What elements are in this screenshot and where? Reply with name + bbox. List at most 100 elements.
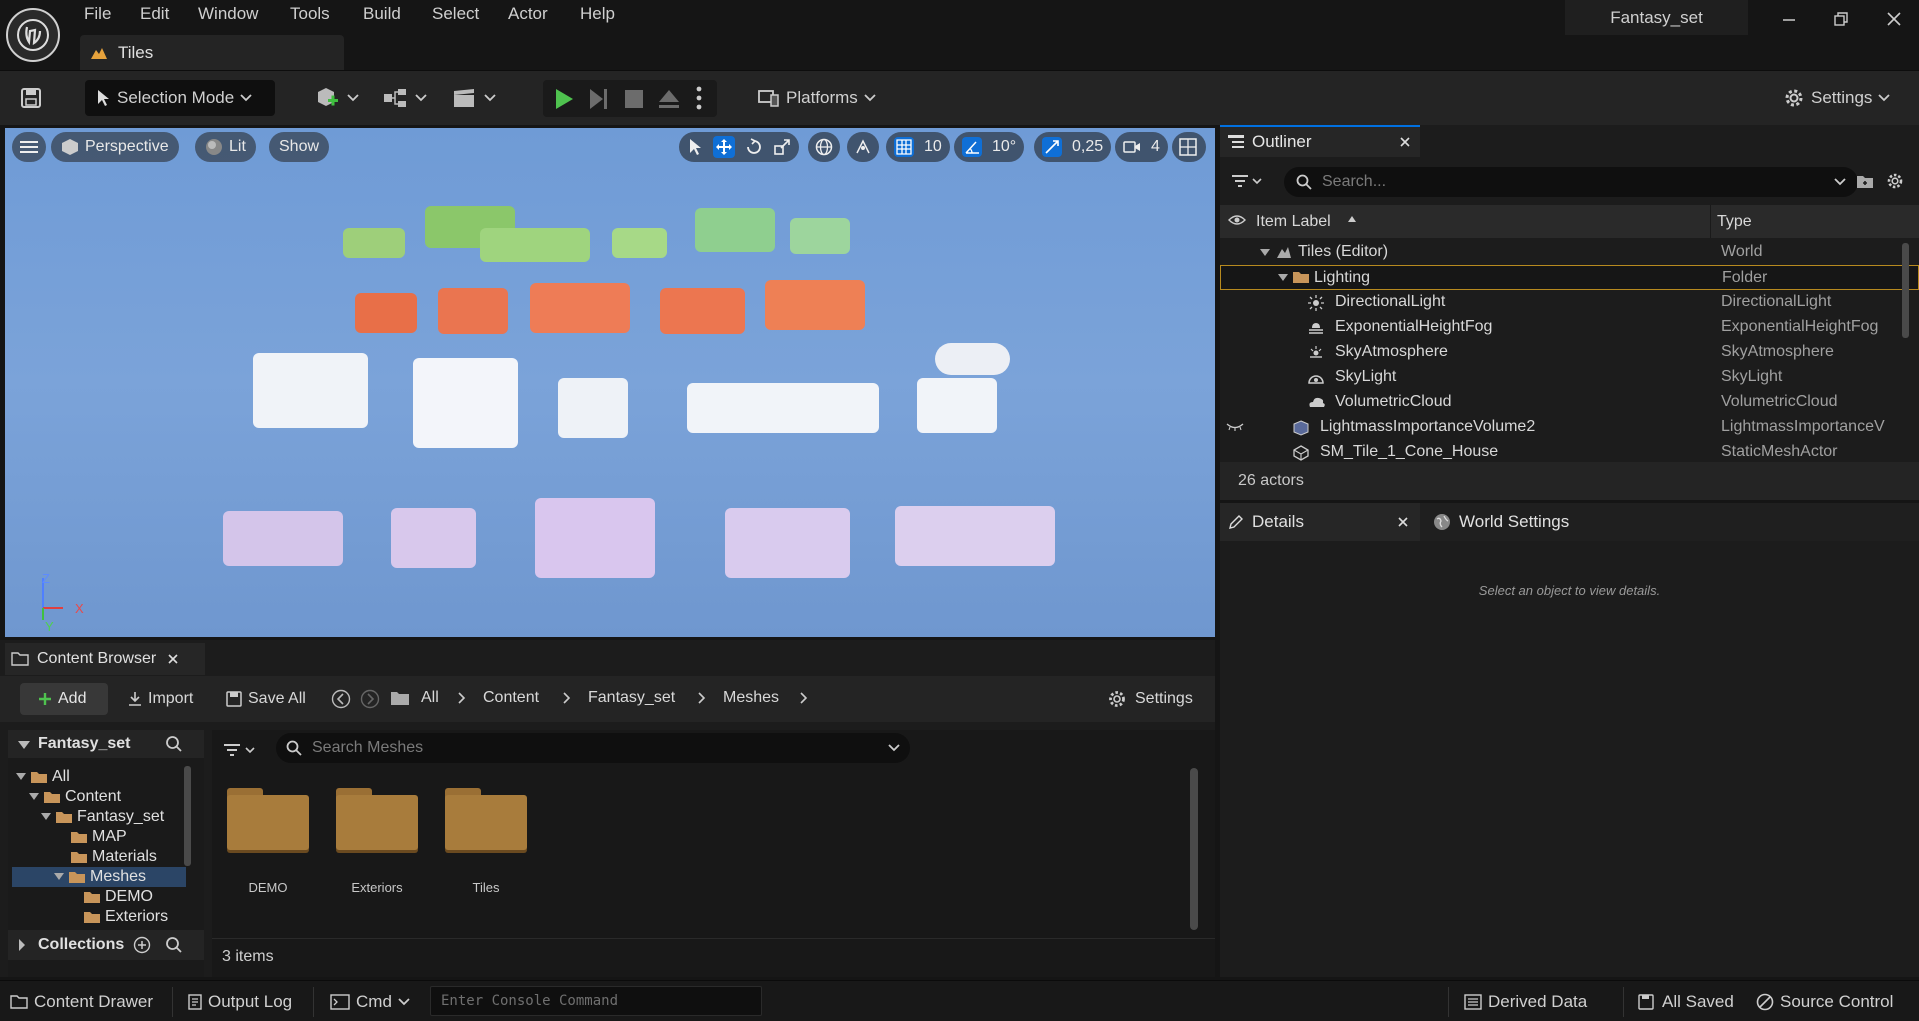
menu-edit[interactable]: Edit <box>140 4 169 26</box>
chevron-down-icon[interactable] <box>888 744 900 752</box>
world-space-icon[interactable] <box>808 132 840 162</box>
viewport-layout-icon[interactable] <box>1172 132 1206 162</box>
level-viewport[interactable]: Perspective Lit Show 10 10° 0,25 4 Z X Y <box>5 128 1215 637</box>
close-tab-icon[interactable] <box>1398 517 1408 527</box>
unreal-logo-icon[interactable] <box>6 8 60 62</box>
eye-icon[interactable] <box>1228 214 1246 226</box>
content-browser-tab[interactable]: Content Browser <box>5 643 205 675</box>
rotate-icon[interactable] <box>745 138 763 156</box>
toolbar-settings-button[interactable]: Settings <box>1783 80 1891 116</box>
all-saved-button[interactable]: All Saved <box>1638 987 1734 1017</box>
expand-arrow-icon[interactable] <box>1260 249 1270 257</box>
import-button[interactable]: Import <box>128 683 193 715</box>
breadcrumb-meshes[interactable]: Meshes <box>723 689 779 707</box>
folder-tile-exteriors[interactable]: Exteriors <box>331 785 421 895</box>
step-forward-icon[interactable] <box>588 88 610 110</box>
lit-button[interactable]: Lit <box>195 132 256 162</box>
asset-search-input[interactable]: Search Meshes <box>276 733 910 763</box>
menu-window[interactable]: Window <box>198 4 258 26</box>
filter-icon[interactable] <box>1232 173 1262 189</box>
expand-arrow-icon[interactable] <box>18 939 26 951</box>
platforms-dropdown[interactable]: Platforms <box>758 80 876 116</box>
search-icon[interactable] <box>165 936 183 954</box>
minimize-icon[interactable] <box>1776 6 1802 32</box>
outliner-row[interactable]: SM_Tile_1_Cone_House StaticMeshActor <box>1220 440 1919 462</box>
save-all-button[interactable]: Save All <box>226 683 306 715</box>
chevron-down-icon[interactable] <box>1834 178 1846 186</box>
search-icon[interactable] <box>165 735 183 753</box>
outliner-row[interactable]: Tiles (Editor) World <box>1220 240 1919 265</box>
output-log-button[interactable]: Output Log <box>188 987 292 1017</box>
tree-item-content[interactable]: Content <box>29 787 121 807</box>
breadcrumb-content[interactable]: Content <box>483 689 539 707</box>
menu-file[interactable]: File <box>84 4 111 26</box>
chevron-right-icon[interactable] <box>800 692 808 704</box>
surface-snap-icon[interactable] <box>847 132 879 162</box>
viewport-menu-icon[interactable] <box>12 132 46 162</box>
outliner-row[interactable]: DirectionalLight DirectionalLight <box>1220 290 1919 315</box>
outliner-scrollbar[interactable] <box>1902 243 1909 338</box>
world-settings-tab[interactable]: World Settings <box>1425 503 1625 541</box>
close-tab-icon[interactable] <box>168 654 178 664</box>
outliner-row[interactable]: ExponentialHeightFog ExponentialHeightFo… <box>1220 315 1919 340</box>
menu-help[interactable]: Help <box>580 4 615 26</box>
stop-icon[interactable] <box>624 89 644 109</box>
tree-item-materials[interactable]: Materials <box>70 847 157 867</box>
menu-build[interactable]: Build <box>363 4 401 26</box>
add-collection-icon[interactable] <box>133 936 151 954</box>
grid-snap-toggle[interactable]: 10 <box>886 132 950 162</box>
outliner-row[interactable]: VolumetricCloud VolumetricCloud <box>1220 390 1919 415</box>
add-button[interactable]: Add <box>20 683 108 715</box>
tree-item-demo[interactable]: DEMO <box>83 887 153 907</box>
details-tab[interactable]: Details <box>1220 503 1420 541</box>
column-type[interactable]: Type <box>1717 213 1752 231</box>
column-item-label[interactable]: Item Label <box>1256 213 1331 231</box>
blueprint-button[interactable] <box>383 80 427 116</box>
content-drawer-button[interactable]: Content Drawer <box>10 987 153 1017</box>
rotation-snap-toggle[interactable]: 10° <box>954 132 1025 162</box>
tree-item-map[interactable]: MAP <box>70 827 127 847</box>
filter-icon[interactable] <box>224 742 256 758</box>
collapse-arrow-icon[interactable] <box>18 740 30 750</box>
menu-actor[interactable]: Actor <box>508 4 548 26</box>
source-control-button[interactable]: Source Control <box>1756 987 1893 1017</box>
asset-view-scrollbar[interactable] <box>1190 768 1198 930</box>
expand-arrow-icon[interactable] <box>1278 274 1288 282</box>
outliner-tab[interactable]: Outliner <box>1220 125 1420 157</box>
add-folder-icon[interactable] <box>1856 173 1874 189</box>
show-button[interactable]: Show <box>269 132 330 162</box>
select-mode-icon[interactable] <box>687 138 703 156</box>
cinematics-button[interactable] <box>452 80 496 116</box>
derived-data-button[interactable]: Derived Data <box>1464 987 1587 1017</box>
play-icon[interactable] <box>553 88 575 110</box>
outliner-search-input[interactable]: Search... <box>1284 167 1858 197</box>
tree-item-fantasy-set[interactable]: Fantasy_set <box>41 807 164 827</box>
eject-icon[interactable] <box>658 89 680 109</box>
scale-icon[interactable] <box>773 138 791 156</box>
tree-item-exteriors[interactable]: Exteriors <box>83 907 168 927</box>
save-level-icon[interactable] <box>20 80 42 116</box>
folder-tile-tiles[interactable]: Tiles <box>440 785 530 895</box>
restore-icon[interactable] <box>1828 6 1854 32</box>
translate-icon[interactable] <box>713 136 735 158</box>
scale-snap-toggle[interactable]: 0,25 <box>1034 132 1112 162</box>
outliner-row-selected[interactable]: Lighting Folder <box>1220 265 1919 290</box>
more-options-icon[interactable] <box>696 86 702 110</box>
outliner-row[interactable]: LightmassImportanceVolume2 LightmassImpo… <box>1220 415 1919 440</box>
forward-arrow-icon[interactable] <box>360 689 380 709</box>
outliner-row[interactable]: SkyAtmosphere SkyAtmosphere <box>1220 340 1919 365</box>
tree-scrollbar[interactable] <box>184 766 191 866</box>
breadcrumb-all[interactable]: All <box>421 689 439 707</box>
camera-speed-button[interactable]: 4 <box>1115 132 1168 162</box>
content-browser-settings-button[interactable]: Settings <box>1107 683 1193 715</box>
column-divider[interactable] <box>1710 205 1711 238</box>
cmd-dropdown[interactable]: Cmd <box>330 987 410 1017</box>
back-arrow-icon[interactable] <box>331 689 351 709</box>
tree-item-all[interactable]: All <box>16 767 70 787</box>
console-command-input[interactable]: Enter Console Command <box>430 986 762 1016</box>
perspective-button[interactable]: Perspective <box>51 132 179 162</box>
outliner-row[interactable]: SkyLight SkyLight <box>1220 365 1919 390</box>
menu-select[interactable]: Select <box>432 4 479 26</box>
tree-item-meshes[interactable]: Meshes <box>54 867 146 887</box>
selection-mode-dropdown[interactable]: Selection Mode <box>85 80 275 116</box>
